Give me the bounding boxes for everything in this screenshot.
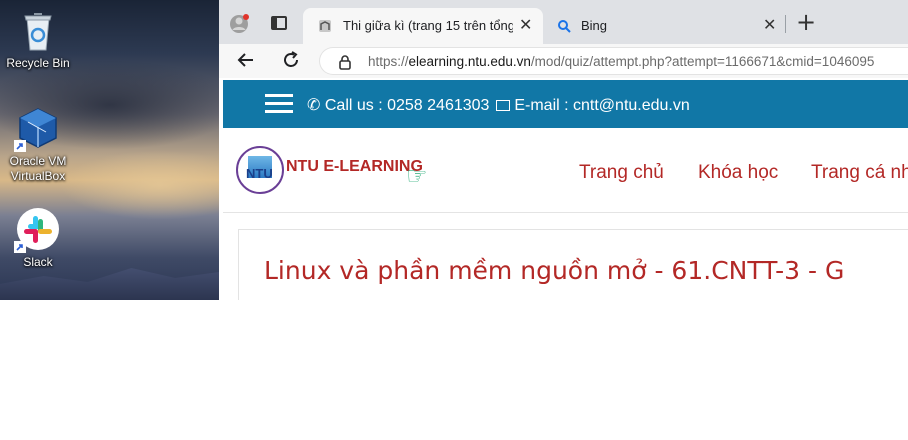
contact-info: ✆ Call us : 0258 2461303 E-mail : cntt@n… [307, 95, 690, 115]
ntu-seal-icon: NTU [236, 146, 284, 194]
address-bar[interactable]: https://elearning.ntu.edu.vn/mod/quiz/at… [319, 47, 908, 75]
tab-title: Thi giữa kì (trang 15 trên tổng số [343, 18, 513, 33]
shortcut-arrow-icon [14, 140, 26, 152]
virtualbox-icon [14, 106, 60, 152]
nav-link-profile[interactable]: Trang cá nh [811, 162, 908, 184]
reload-icon [284, 51, 298, 67]
tab-actions-icon [273, 18, 277, 28]
email-icon [495, 100, 510, 111]
lock-icon[interactable] [338, 54, 352, 70]
back-button[interactable] [235, 49, 257, 75]
desktop-icon-slack[interactable]: Slack [0, 207, 76, 270]
desktop-wallpaper: Recycle Bin Oracle VM VirtualBox Slack [0, 0, 219, 300]
desktop-icon-label: Slack [23, 255, 53, 269]
reload-button[interactable] [280, 49, 302, 75]
logo-badge: NTU [246, 166, 273, 181]
phone-icon: ✆ [307, 97, 321, 114]
desktop-icon-label: Oracle VM VirtualBox [9, 154, 67, 183]
shortcut-arrow-icon [14, 241, 26, 253]
phone-text: Call us : 0258 2461303 [324, 97, 490, 114]
desktop-icon-recycle-bin[interactable]: Recycle Bin [0, 8, 76, 71]
desktop-icon-label: Recycle Bin [6, 56, 70, 70]
site-top-bar: ✆ Call us : 0258 2461303 E-mail : cntt@n… [223, 80, 908, 128]
hand-pointer-icon: ☞ [406, 162, 428, 190]
desktop-icon-virtualbox[interactable]: Oracle VM VirtualBox [0, 106, 76, 184]
site-logo[interactable]: NTU NTU E-LEARNING ☞ [236, 146, 446, 198]
email-text: E-mail : cntt@ntu.edu.vn [514, 97, 690, 114]
nav-link-courses[interactable]: Khóa học [698, 162, 778, 184]
tab-bar: Thi giữa kì (trang 15 trên tổng số ✕ Bin… [219, 0, 908, 44]
new-tab-button[interactable]: + [796, 9, 816, 35]
url-text: https://elearning.ntu.edu.vn/mod/quiz/at… [368, 54, 875, 69]
logo-text: NTU E-LEARNING [286, 158, 423, 175]
nav-link-home[interactable]: Trang chủ [579, 162, 664, 184]
profile-avatar-button[interactable] [229, 13, 249, 33]
recycle-bin-icon [16, 8, 60, 52]
tab-bing[interactable]: Bing ✕ [551, 8, 783, 44]
browser-toolbar: https://elearning.ntu.edu.vn/mod/quiz/at… [219, 44, 908, 78]
close-tab-icon[interactable]: ✕ [763, 16, 776, 34]
back-arrow-icon [237, 53, 253, 67]
tab-title: Bing [581, 18, 608, 33]
slack-icon [14, 207, 60, 253]
tab-actions-button[interactable] [271, 16, 287, 30]
site-navigation: NTU NTU E-LEARNING ☞ Trang chủ Khóa học … [223, 128, 908, 213]
browser-window: Thi giữa kì (trang 15 trên tổng số ✕ Bin… [219, 0, 908, 300]
quiz-title: Linux và phần mềm nguồn mở - 61.CNTT-3 -… [264, 256, 845, 285]
tab-divider [785, 15, 786, 33]
screen: Recycle Bin Oracle VM VirtualBox Slack T… [0, 0, 908, 300]
moodle-favicon-icon [319, 20, 331, 32]
tab-quiz[interactable]: Thi giữa kì (trang 15 trên tổng số ✕ [303, 8, 543, 44]
avatar-icon [230, 14, 249, 33]
bing-search-icon [558, 20, 571, 33]
close-tab-icon[interactable]: ✕ [519, 16, 532, 34]
quiz-content-card: Linux và phần mềm nguồn mở - 61.CNTT-3 -… [238, 229, 908, 300]
hamburger-menu-button[interactable] [265, 94, 293, 114]
